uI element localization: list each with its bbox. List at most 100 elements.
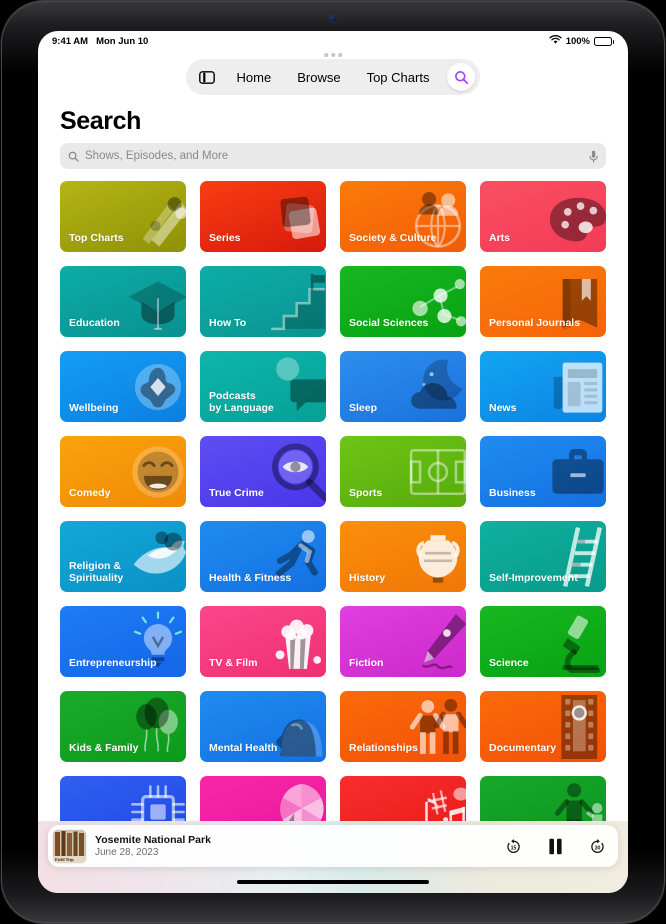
category-tile[interactable]: How To (200, 266, 326, 337)
svg-text:30: 30 (595, 845, 601, 851)
category-tile-label: Sports (349, 486, 383, 499)
stairs-flag-icon (248, 266, 326, 337)
laughing-face-icon (108, 436, 186, 507)
soccer-pitch-icon (388, 436, 466, 507)
ipad-device-frame: 9:41 AM Mon Jun 10 100% Home Browse Top … (0, 0, 666, 924)
category-tile[interactable]: Social Sciences (340, 266, 466, 337)
category-tile[interactable]: Education (60, 266, 186, 337)
multitask-dot (331, 53, 335, 57)
category-tile-label: Arts (489, 231, 511, 244)
microscope-icon (528, 606, 606, 677)
stacked-cards-icon (248, 181, 326, 252)
category-tile-label: Kids & Family (69, 741, 139, 754)
pause-button[interactable] (548, 838, 563, 855)
category-tile[interactable]: Entrepreneurship (60, 606, 186, 677)
now-playing-controls: 15 30 (505, 838, 606, 855)
category-tile-label: Entrepreneurship (69, 656, 157, 669)
battery-icon (594, 36, 614, 46)
category-tile[interactable]: TV & Film (200, 606, 326, 677)
category-tile[interactable]: News (480, 351, 606, 422)
magnifier-icon (68, 151, 79, 162)
battery-percent-label: 100% (565, 35, 590, 47)
skip-back-15-button[interactable]: 15 (505, 838, 522, 855)
category-tile-label: Social Sciences (349, 316, 429, 329)
tab-browse[interactable]: Browse (285, 66, 352, 89)
category-tile[interactable]: Sleep (340, 351, 466, 422)
sidebar-toggle-icon[interactable] (191, 63, 223, 91)
now-playing-title: Yosemite National Park (95, 834, 211, 846)
category-tile[interactable]: Arts (480, 181, 606, 252)
category-tile-label: Relationships (349, 741, 418, 754)
category-tile-label: History (349, 571, 386, 584)
now-playing-bar[interactable]: Field Trip Yosemite National Park June 2… (48, 825, 618, 867)
newspaper-icon (528, 351, 606, 422)
category-tile-label: Education (69, 316, 120, 329)
search-placeholder-text: Shows, Episodes, and More (85, 150, 229, 162)
category-tile[interactable]: Relationships (340, 691, 466, 762)
home-indicator[interactable] (237, 880, 429, 884)
front-camera-icon (329, 15, 337, 22)
skip-forward-30-button[interactable]: 30 (589, 838, 606, 855)
flower-bloom-icon (108, 351, 186, 422)
svg-text:Field Trip: Field Trip (55, 857, 74, 862)
category-tile[interactable]: Kids & Family (60, 691, 186, 762)
category-tile[interactable]: Personal Journals (480, 266, 606, 337)
category-tile-label: Self-Improvement (489, 571, 578, 584)
category-tile[interactable]: Science (480, 606, 606, 677)
wifi-icon (549, 35, 562, 47)
category-tile[interactable]: Comedy (60, 436, 186, 507)
category-tile-label: Fiction (349, 656, 384, 669)
search-field-container: Shows, Episodes, and More (38, 143, 628, 169)
fountain-pen-icon (388, 606, 466, 677)
tab-home[interactable]: Home (225, 66, 284, 89)
category-tile-label: TV & Film (209, 656, 258, 669)
category-tile[interactable]: Wellbeing (60, 351, 186, 422)
category-tile-label: Top Charts (69, 231, 124, 244)
category-tile[interactable]: History (340, 521, 466, 592)
amphora-icon (388, 521, 466, 592)
category-tile-label: Health & Fitness (209, 571, 292, 584)
category-tile[interactable]: Top Charts (60, 181, 186, 252)
status-bar-right: 100% (549, 35, 614, 47)
category-tile[interactable]: True Crime (200, 436, 326, 507)
category-tile-label: Business (489, 486, 536, 499)
svg-text:15: 15 (511, 845, 517, 851)
category-tile[interactable]: Sports (340, 436, 466, 507)
category-tile[interactable]: Documentary (480, 691, 606, 762)
category-tile-label: Series (209, 231, 241, 244)
category-tile-label: Mental Health (209, 741, 278, 754)
category-tile-label: How To (209, 316, 247, 329)
tab-search[interactable] (447, 63, 476, 91)
moon-clouds-icon (388, 351, 466, 422)
briefcase-icon (528, 436, 606, 507)
status-time: 9:41 AM (52, 35, 89, 47)
now-playing-artwork: Field Trip (53, 829, 86, 863)
category-tile[interactable]: Podcasts by Language (200, 351, 326, 422)
category-tile[interactable]: Series (200, 181, 326, 252)
category-tile[interactable]: Society & Culture (340, 181, 466, 252)
category-tile-label: Documentary (489, 741, 557, 754)
category-tile-label: Society & Culture (349, 231, 437, 244)
multitask-dot (324, 53, 328, 57)
paint-palette-icon (528, 181, 606, 252)
status-bar-left: 9:41 AM Mon Jun 10 (52, 36, 148, 47)
ipad-screen: 9:41 AM Mon Jun 10 100% Home Browse Top … (38, 31, 628, 893)
search-input[interactable]: Shows, Episodes, and More (60, 143, 606, 169)
now-playing-metadata: Yosemite National Park June 28, 2023 (95, 834, 211, 858)
multitasking-controls-handle[interactable] (324, 53, 342, 57)
category-tile[interactable]: Health & Fitness (200, 521, 326, 592)
category-tile[interactable]: Fiction (340, 606, 466, 677)
multitask-dot (338, 53, 342, 57)
category-tile-label: Science (489, 656, 529, 669)
category-tile[interactable]: Religion & Spirituality (60, 521, 186, 592)
category-tile[interactable]: Mental Health (200, 691, 326, 762)
category-tile[interactable]: Self-Improvement (480, 521, 606, 592)
category-tile[interactable]: Business (480, 436, 606, 507)
tab-bar: Home Browse Top Charts (185, 59, 481, 95)
category-grid: Top Charts Series Society & Culture Arts Edu… (38, 169, 628, 847)
page-title: Search (60, 107, 141, 135)
tab-top-charts[interactable]: Top Charts (355, 66, 442, 89)
popcorn-icon (248, 606, 326, 677)
category-tile-label: News (489, 401, 517, 414)
category-tile-label: Personal Journals (489, 316, 581, 329)
